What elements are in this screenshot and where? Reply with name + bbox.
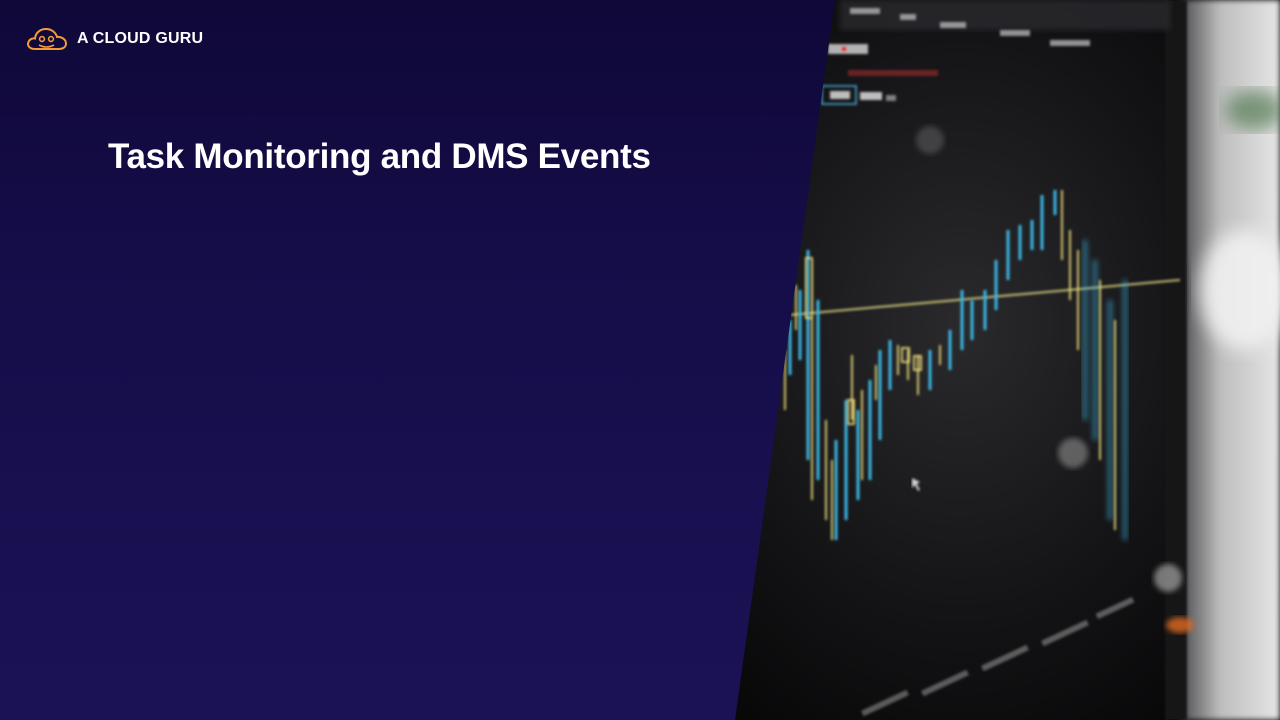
brand-name: A CLOUD GURU bbox=[77, 30, 204, 47]
slide-title: Task Monitoring and DMS Events bbox=[108, 137, 651, 176]
brand-logo[interactable]: A CLOUD GURU bbox=[26, 26, 203, 52]
cloud-logo-icon bbox=[27, 27, 68, 50]
